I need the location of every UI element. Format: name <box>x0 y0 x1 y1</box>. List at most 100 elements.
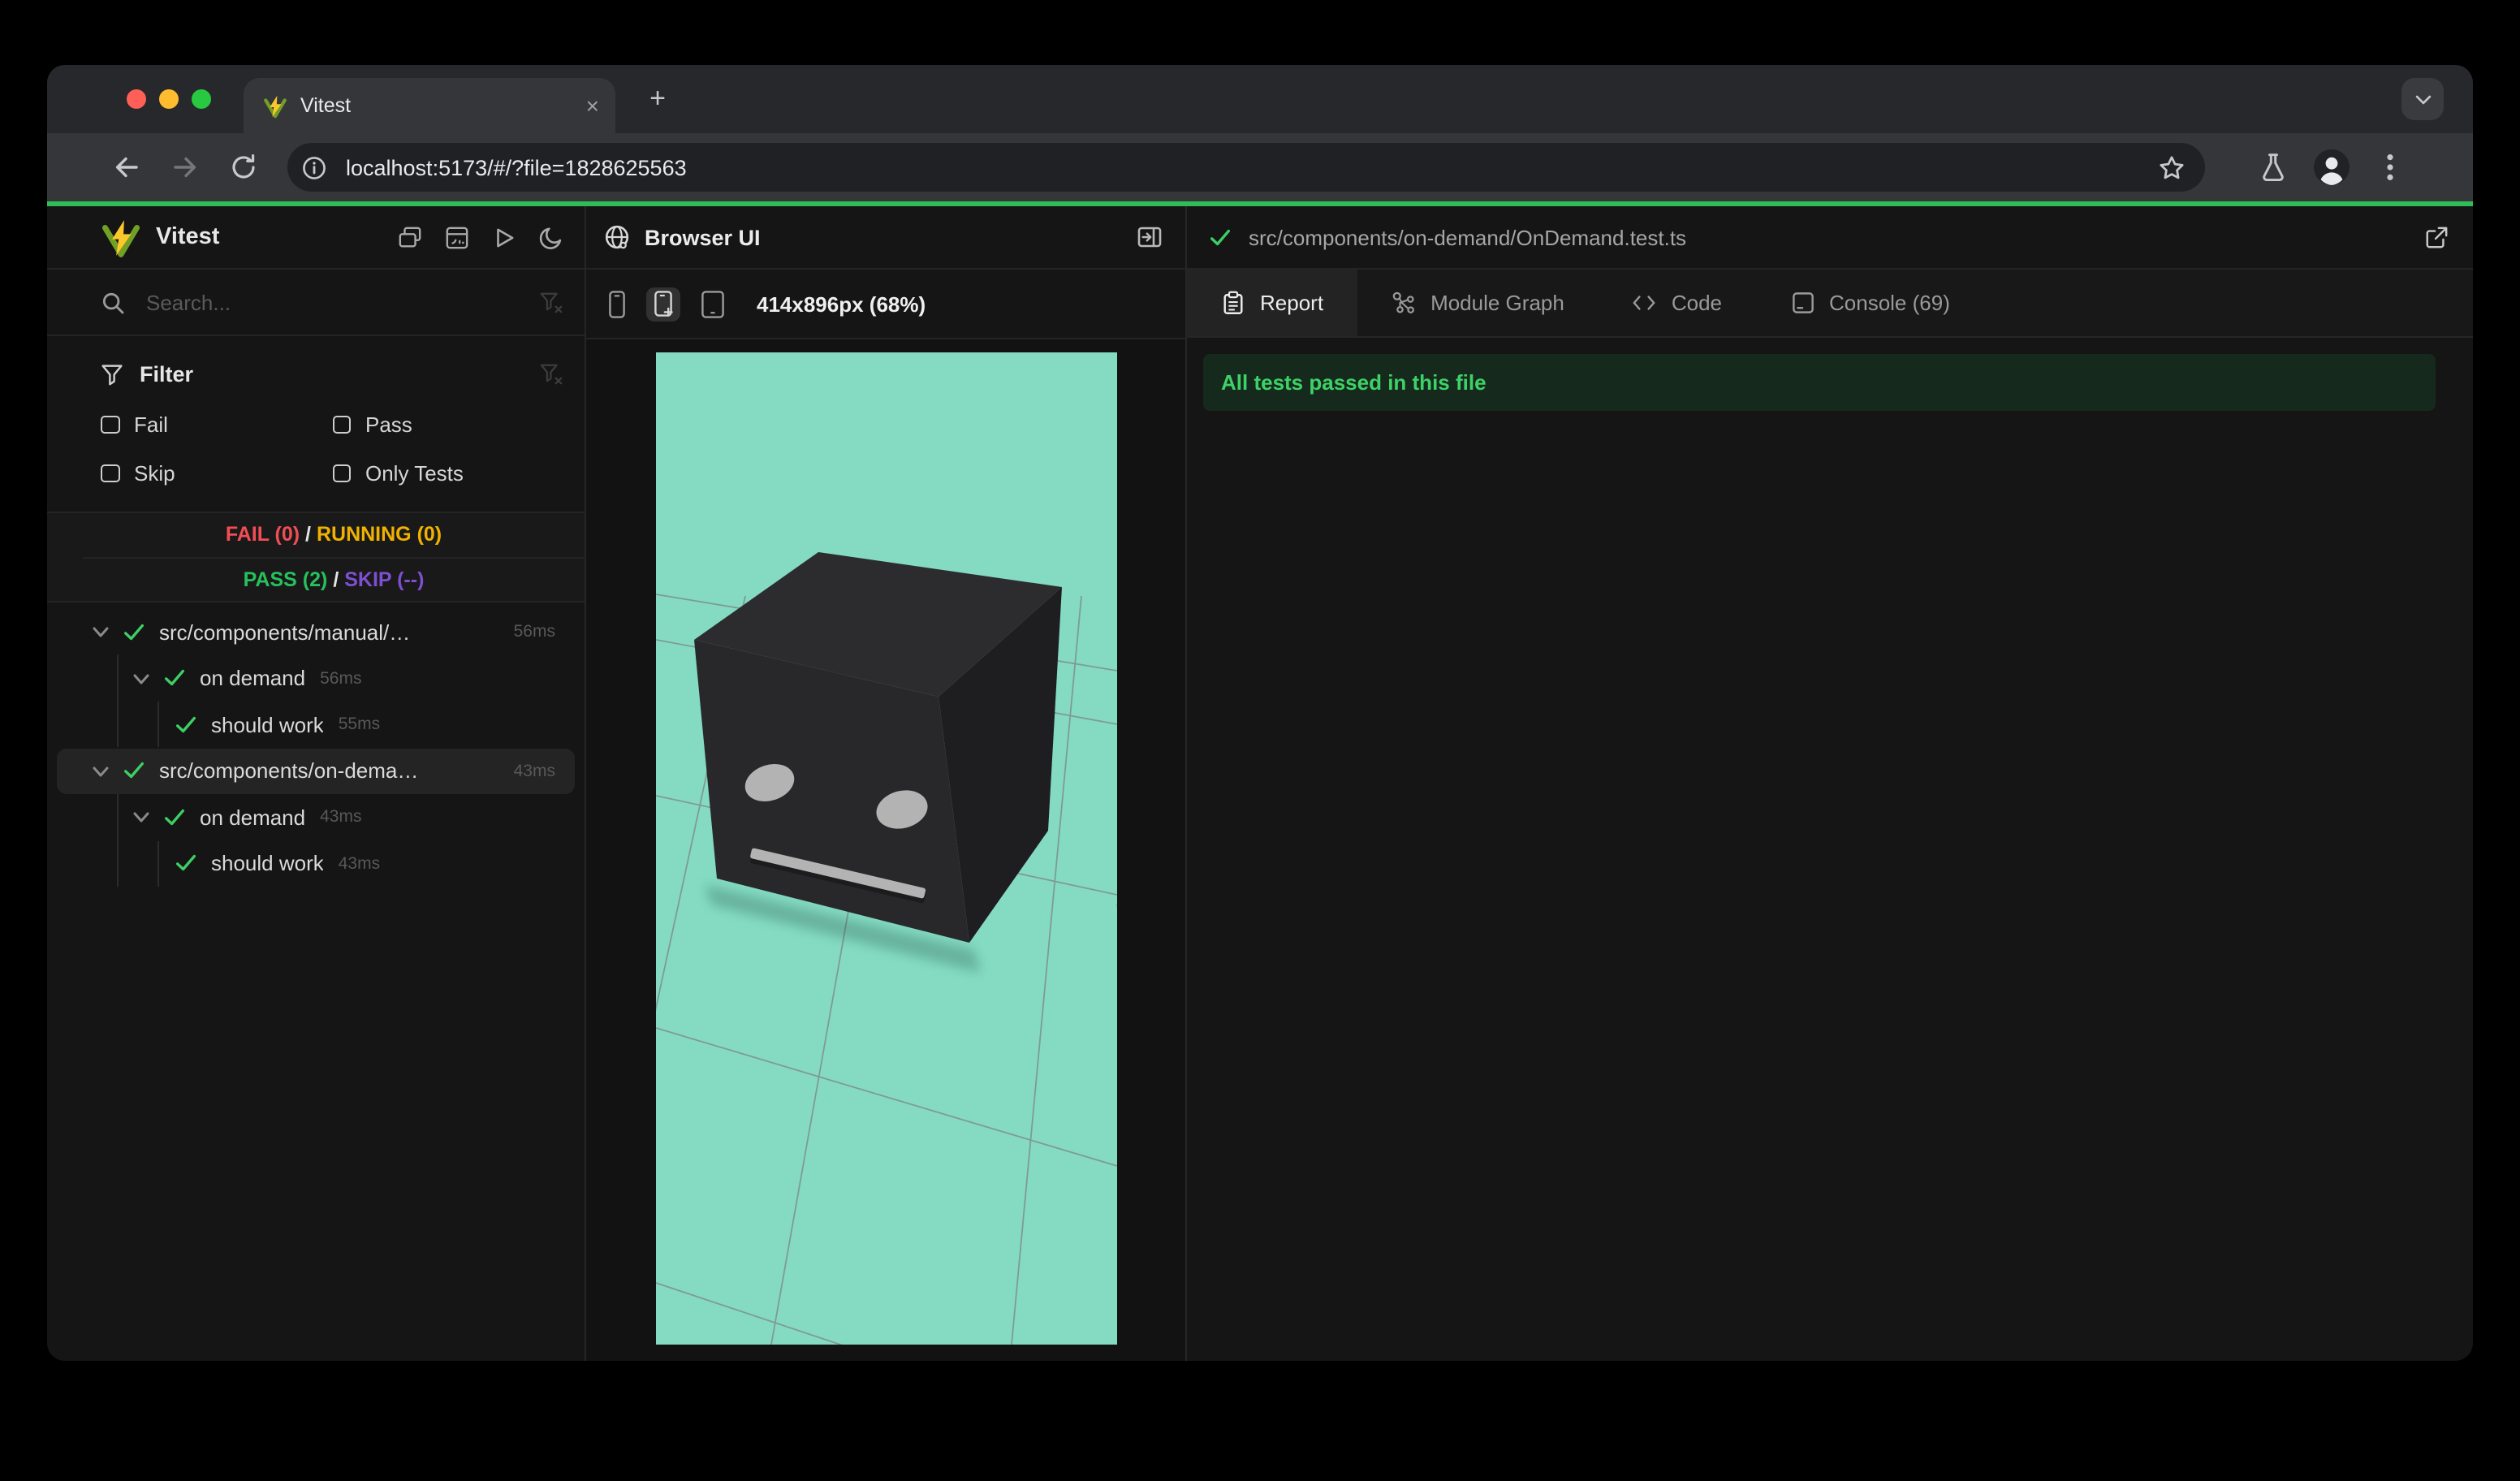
tab-label: Code <box>1671 291 1722 315</box>
test-label: on demand <box>200 666 306 691</box>
test-file-row-selected[interactable]: src/components/on-dema… 43ms <box>57 748 575 794</box>
run-all-icon[interactable] <box>492 225 516 249</box>
test-suite-row[interactable]: on demand 56ms <box>57 655 575 702</box>
chevron-down-icon[interactable] <box>128 666 154 692</box>
preview-area <box>586 339 1185 1361</box>
tab-label: Report <box>1260 291 1324 315</box>
test-file-path: src/components/on-demand/OnDemand.test.t… <box>1249 225 1687 249</box>
new-tab-button[interactable]: + <box>641 83 674 115</box>
browser-window: Vitest × + localhost:5173/#/?file=182862… <box>47 65 2473 1361</box>
forward-button[interactable] <box>170 153 200 182</box>
tab-title: Vitest <box>300 94 352 117</box>
bookmark-star-icon[interactable] <box>2158 153 2186 181</box>
panel-title: Browser UI <box>645 225 761 249</box>
test-duration: 43ms <box>513 761 555 781</box>
device-tablet-icon[interactable] <box>701 290 724 317</box>
filter-checkbox-fail[interactable]: Fail <box>101 412 332 437</box>
experiments-flask-icon[interactable] <box>2259 153 2288 182</box>
profile-avatar[interactable] <box>2312 148 2351 187</box>
report-clipboard-icon <box>1223 291 1243 314</box>
chevron-down-icon <box>2414 94 2431 104</box>
viewport-size-label[interactable]: 414x896px (68%) <box>757 291 926 316</box>
test-label: src/components/manual/… <box>159 620 411 645</box>
close-window-button[interactable] <box>127 89 146 109</box>
viewport-toolbar: 414x896px (68%) <box>586 270 1185 339</box>
pass-check-icon <box>124 762 144 779</box>
collapse-panels-icon[interactable] <box>398 225 422 249</box>
site-info-icon[interactable] <box>294 148 333 187</box>
device-phone-plus-icon-active[interactable] <box>646 287 680 321</box>
test-duration: 56ms <box>513 622 555 642</box>
summary-row-2: PASS (2) / SKIP (--) <box>83 557 585 601</box>
back-button[interactable] <box>112 153 141 182</box>
tab-label: Module Graph <box>1430 291 1564 315</box>
test-case-row[interactable]: should work 43ms <box>57 840 575 887</box>
separator: / <box>305 523 311 546</box>
maximize-window-button[interactable] <box>192 89 211 109</box>
pass-check-icon <box>176 855 196 871</box>
test-duration: 43ms <box>338 853 381 874</box>
clear-filter-icon[interactable] <box>539 362 563 386</box>
dashboard-icon[interactable] <box>445 225 469 249</box>
test-summary: FAIL (0) / RUNNING (0) PASS (2) / SKIP (… <box>47 512 585 602</box>
tab-console[interactable]: Console (69) <box>1756 270 1984 336</box>
checkbox-label: Skip <box>134 461 175 486</box>
tab-search-button[interactable] <box>2401 78 2444 120</box>
tab-strip: Vitest × + <box>47 65 2473 133</box>
test-duration: 56ms <box>320 668 362 689</box>
search-icon <box>102 291 124 313</box>
search-input[interactable] <box>146 290 539 314</box>
filter-checkbox-skip[interactable]: Skip <box>101 461 332 486</box>
clear-filter-icon[interactable] <box>539 290 563 314</box>
report-tabs: Report Module Graph Code Console (69) <box>1187 270 2473 338</box>
pass-check-icon <box>165 809 184 825</box>
filter-checkbox-pass[interactable]: Pass <box>332 412 563 437</box>
minimize-window-button[interactable] <box>159 89 179 109</box>
test-label: src/components/on-dema… <box>159 758 419 784</box>
pass-check-icon <box>176 716 196 732</box>
close-tab-icon[interactable]: × <box>586 94 599 117</box>
theme-moon-icon[interactable] <box>539 225 563 249</box>
chevron-down-icon[interactable] <box>128 805 154 831</box>
filter-funnel-icon <box>101 364 123 385</box>
chevron-down-icon[interactable] <box>88 758 114 784</box>
checkbox-label: Only Tests <box>365 461 464 486</box>
open-external-icon[interactable] <box>2424 225 2449 249</box>
browser-ui-panel: Browser UI 414x896px (68%) <box>586 206 1187 1361</box>
indent-guide <box>158 841 159 887</box>
code-icon <box>1633 296 1656 310</box>
search-row <box>47 270 585 336</box>
banner-text: All tests passed in this file <box>1221 370 1487 395</box>
reload-button[interactable] <box>229 153 258 182</box>
robot-cube-scene <box>655 552 1116 1345</box>
checkbox-icon <box>332 415 351 434</box>
tab-report[interactable]: Report <box>1187 270 1358 336</box>
browser-menu-icon[interactable] <box>2379 153 2401 182</box>
browser-toolbar: localhost:5173/#/?file=1828625563 <box>47 133 2473 201</box>
test-case-row[interactable]: should work 55ms <box>57 702 575 748</box>
browser-tab[interactable]: Vitest × <box>244 78 615 133</box>
url-text[interactable]: localhost:5173/#/?file=1828625563 <box>346 155 2158 179</box>
test-preview-iframe[interactable] <box>655 352 1116 1345</box>
device-phone-small-icon[interactable] <box>609 290 625 317</box>
report-header: src/components/on-demand/OnDemand.test.t… <box>1187 206 2473 270</box>
checkbox-icon <box>332 464 351 483</box>
pass-check-icon <box>1210 228 1230 245</box>
globe-icon <box>605 225 629 249</box>
test-file-row[interactable]: src/components/manual/… 56ms <box>57 609 575 655</box>
tab-module-graph[interactable]: Module Graph <box>1357 270 1599 336</box>
browser-ui-header: Browser UI <box>586 206 1185 270</box>
dock-panel-right-icon[interactable] <box>1137 224 1163 250</box>
filter-checkbox-only-tests[interactable]: Only Tests <box>332 461 563 486</box>
report-content: All tests passed in this file <box>1187 338 2473 1361</box>
address-bar[interactable]: localhost:5173/#/?file=1828625563 <box>287 143 2205 192</box>
screen: Vitest × + localhost:5173/#/?file=182862… <box>0 0 2520 1481</box>
chevron-down-icon[interactable] <box>88 620 114 646</box>
app-title: Vitest <box>156 224 220 250</box>
checkbox-icon <box>101 415 119 434</box>
pass-check-icon <box>124 624 144 640</box>
fail-count: FAIL (0) <box>225 523 300 546</box>
test-suite-row[interactable]: on demand 43ms <box>57 794 575 840</box>
tab-code[interactable]: Code <box>1599 270 1756 336</box>
checkbox-label: Fail <box>134 412 168 437</box>
